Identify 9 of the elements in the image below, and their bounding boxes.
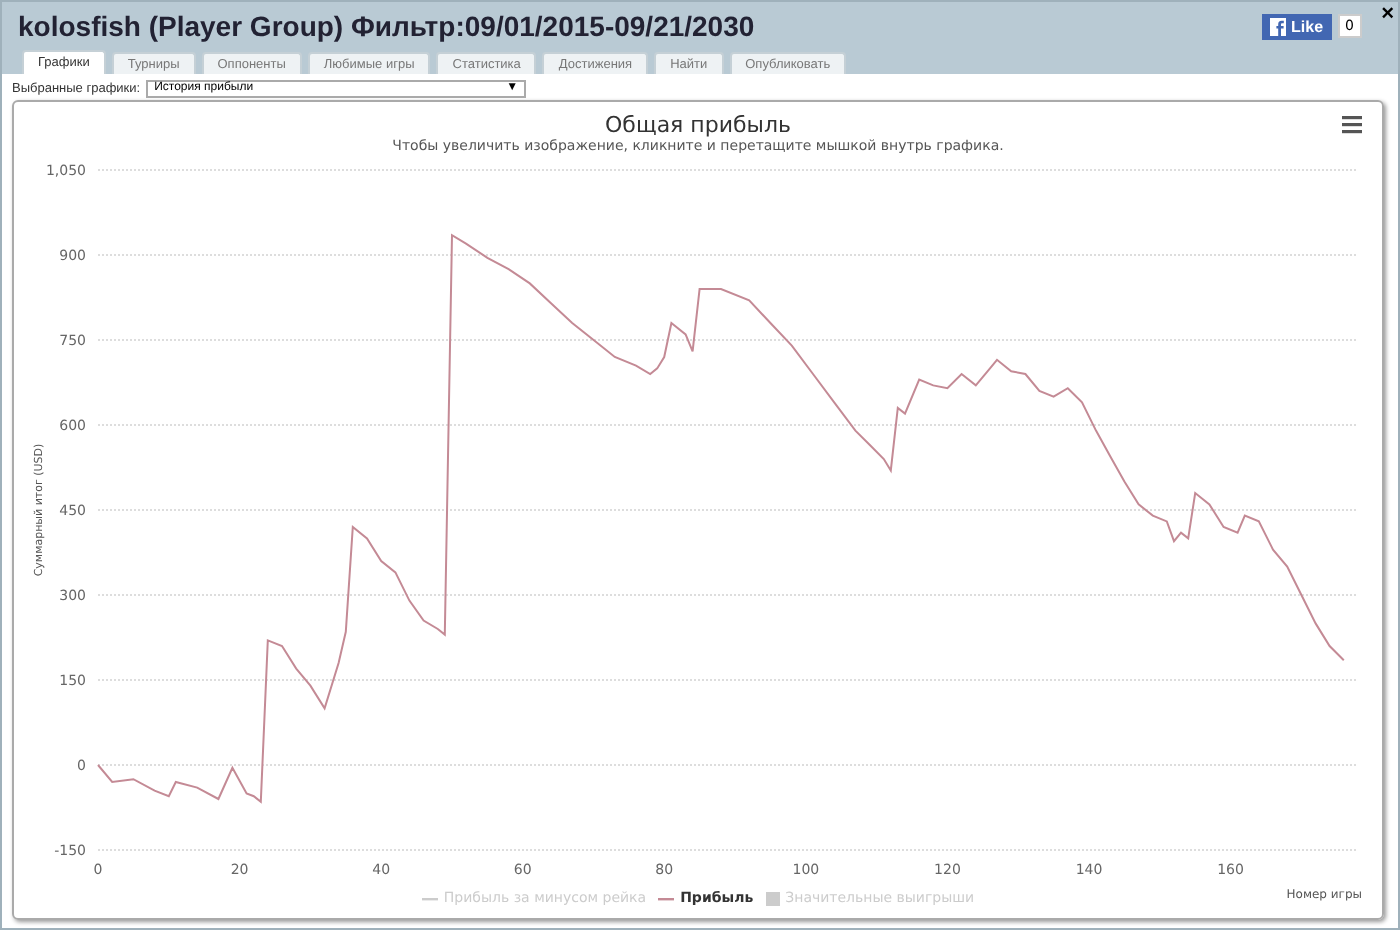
legend-line-icon <box>421 895 438 901</box>
facebook-icon <box>1269 17 1286 35</box>
window-title: kolosfish (Player Group) Фильтр:09/01/2015-09/21/2030 <box>18 10 757 42</box>
chart-title: Общая прибыль <box>605 112 791 138</box>
menu-icon[interactable] <box>1342 116 1362 134</box>
close-button[interactable]: × <box>1381 2 1394 26</box>
legend-line-icon <box>658 895 675 901</box>
legend-box-icon <box>765 891 780 905</box>
like-button[interactable]: Like <box>1261 13 1332 39</box>
